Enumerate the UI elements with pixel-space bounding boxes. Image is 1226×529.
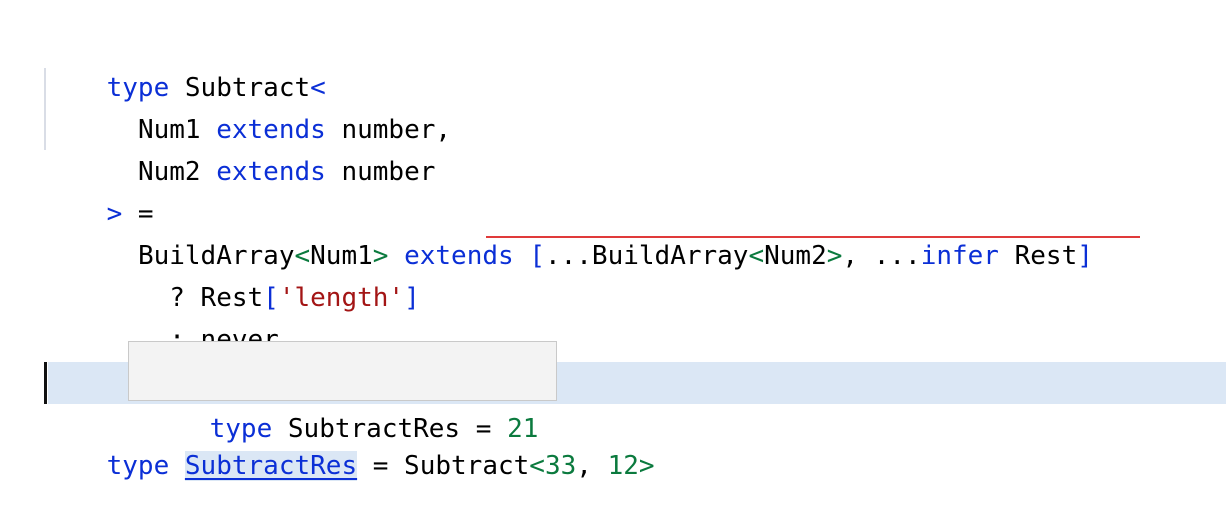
error-squiggle[interactable] <box>486 236 1140 238</box>
bracket-close: ] <box>404 283 420 313</box>
spread-build-array: ...BuildArray <box>544 241 749 271</box>
keyword-extends: extends <box>216 157 326 187</box>
param-constraint: number <box>325 157 436 187</box>
code-editor[interactable]: type Subtract< Num1 extends number, Num2… <box>0 0 1226 482</box>
code-line-7[interactable]: : never <box>44 277 279 355</box>
hover-tooltip: type SubtractRes = 21 <box>128 341 558 444</box>
keyword-infer: infer <box>920 241 999 271</box>
identifier-subtractres[interactable]: SubtractRes <box>184 451 358 481</box>
code-line-5[interactable]: BuildArray<Num1> extends [...BuildArray<… <box>44 193 1093 271</box>
bracket-open: [ <box>529 241 545 271</box>
equals-subtract: = Subtract <box>357 451 530 481</box>
number-12: 12 <box>607 451 639 481</box>
number-33: 33 <box>544 451 577 481</box>
rest-ident: Rest <box>998 241 1078 271</box>
bracket-close: ] <box>1077 241 1093 271</box>
code-line-2[interactable]: Num1 extends number, <box>44 67 451 145</box>
code-line-6[interactable]: ? Rest['length'] <box>44 235 419 313</box>
arg-num2: Num2 <box>764 241 827 271</box>
angle-close: > <box>638 451 655 481</box>
string-length: 'length' <box>278 283 405 313</box>
code-line-3[interactable]: Num2 extends number <box>44 109 435 187</box>
code-line-1[interactable]: type Subtract< <box>44 25 326 103</box>
comma-spread: , ... <box>842 241 921 271</box>
angle-open: < <box>748 241 765 271</box>
keyword-extends: extends <box>404 241 514 271</box>
keyword-type: type <box>106 451 170 481</box>
angle-close: > <box>826 241 843 271</box>
angle-open: < <box>529 451 545 481</box>
comma: , <box>576 451 608 481</box>
code-line-9[interactable]: type SubtractRes = Subtract<33, 12> <box>44 403 655 481</box>
code-line-4[interactable]: > = <box>44 151 154 229</box>
